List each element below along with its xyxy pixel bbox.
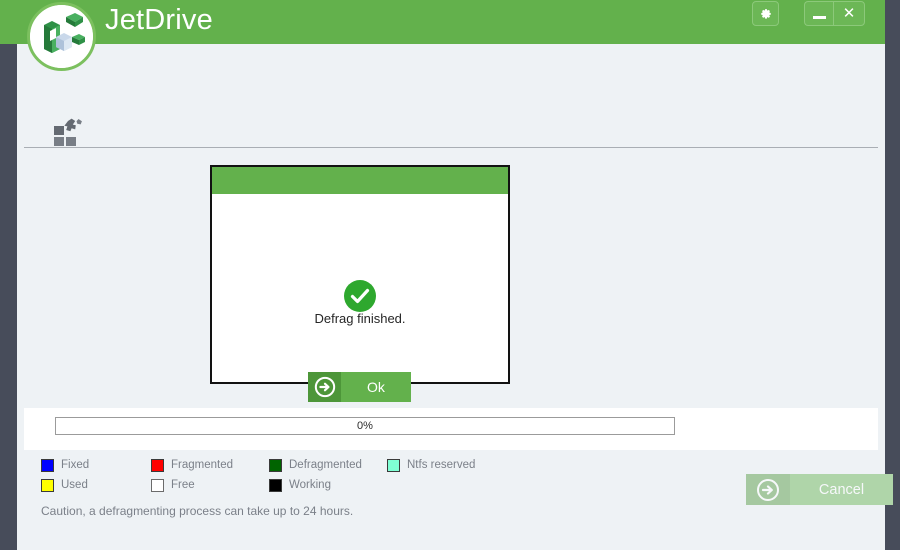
legend-row: Fixed Fragmented Defragmented Ntfs reser… [24,455,544,475]
defrag-finished-dialog: Defrag finished. Ok [210,165,510,402]
legend-label-free: Free [171,479,195,491]
legend-swatch-ntfs-reserved [387,458,400,472]
legend: Fixed Fragmented Defragmented Ntfs reser… [24,455,544,495]
dialog-message: Defrag finished. [314,311,406,326]
legend-label-ntfs-reserved: Ntfs reserved [407,459,476,471]
progress-percent-label: 0% [357,420,373,432]
legend-item-fragmented: Fragmented [151,458,269,472]
legend-item-ntfs-reserved: Ntfs reserved [387,458,507,472]
legend-item-working: Working [269,478,387,492]
legend-item-defragmented: Defragmented [269,458,387,472]
progress-panel: 0% [24,408,878,450]
legend-swatch-defragmented [269,458,282,472]
legend-swatch-fragmented [151,458,164,472]
close-icon[interactable]: ✕ [833,1,865,26]
gear-icon[interactable] [752,1,779,26]
legend-item-used: Used [41,478,151,492]
ok-button-label: Ok [367,379,385,395]
dialog-body: Defrag finished. Ok [212,194,508,402]
caution-note: Caution, a defragmenting process can tak… [41,504,354,518]
legend-label-defragmented: Defragmented [289,459,362,471]
jetdrive-logo-icon [27,2,96,71]
progress-bar: 0% [55,417,675,435]
legend-swatch-free [151,478,164,492]
legend-swatch-fixed [41,458,54,472]
legend-label-fixed: Fixed [61,459,90,471]
ok-button[interactable]: Ok [308,372,411,402]
cancel-button[interactable]: Cancel [746,474,893,505]
legend-label-fragmented: Fragmented [171,459,234,471]
success-check-icon [343,279,377,313]
legend-item-free: Free [151,478,269,492]
legend-item-fixed: Fixed [41,458,151,472]
toolbar [24,110,885,150]
legend-label-working: Working [289,479,331,491]
legend-row: Used Free Working [24,475,544,495]
defrag-blocks-icon[interactable] [53,118,85,146]
dialog-titlebar [212,167,508,194]
legend-label-used: Used [61,479,88,491]
app-title: JetDrive [105,4,213,36]
minimize-bar [812,15,826,19]
application-window: 0% Fixed Fragmented Defragmented Ntfs re… [0,0,893,550]
legend-swatch-used [41,478,54,492]
toolbar-divider [24,147,878,148]
cancel-disabled-overlay [746,474,893,505]
arrow-right-circle-icon [308,372,341,402]
legend-swatch-working [269,478,282,492]
minimize-icon[interactable] [804,1,833,26]
window-titlebar[interactable]: JetDrive ✕ [0,0,885,71]
close-glyph: ✕ [842,5,856,22]
